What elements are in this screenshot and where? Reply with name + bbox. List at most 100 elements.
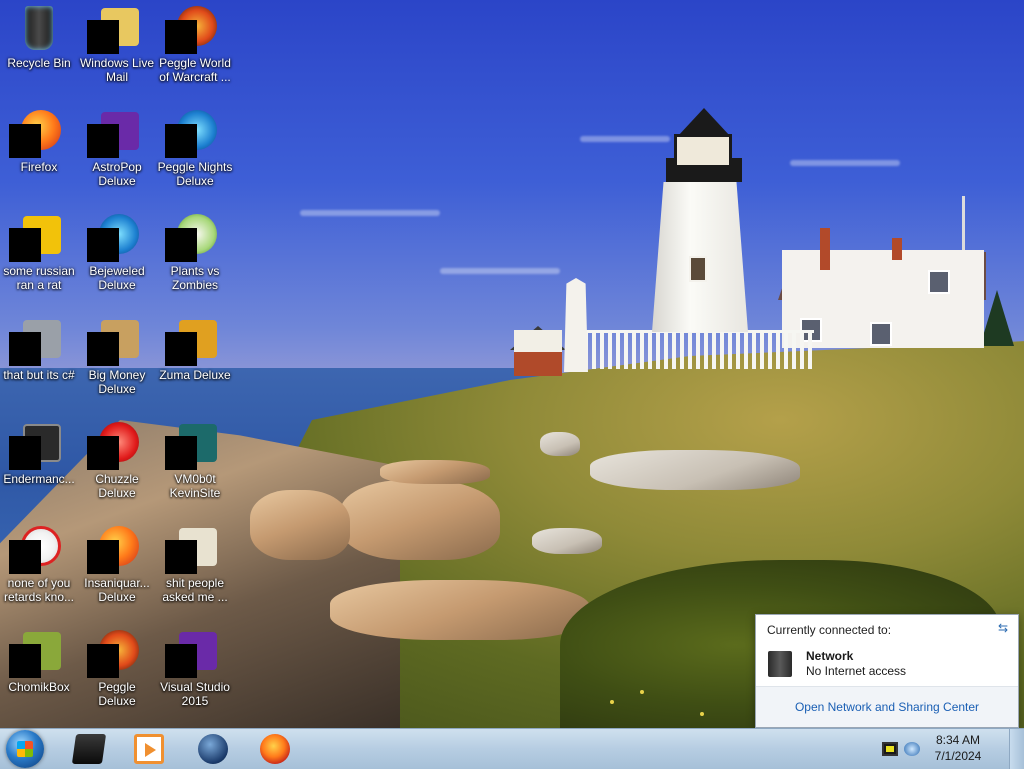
desktop-icon-label: none of you retards kno... — [3, 576, 75, 604]
wallpaper-rock — [540, 432, 580, 456]
wallpaper-cloud — [300, 210, 440, 216]
desktop-icon-shit-people-asked-me[interactable]: shit people asked me ... — [156, 522, 234, 622]
network-server-icon — [768, 651, 792, 677]
taskbar: 8:34 AM 7/1/2024 — [0, 728, 1024, 769]
refresh-icon[interactable]: ⇆ — [996, 621, 1010, 635]
peggle-icon — [87, 630, 141, 678]
wallpaper-chimney — [892, 238, 902, 260]
wallpaper-cloud — [580, 136, 670, 142]
clock[interactable]: 8:34 AM 7/1/2024 — [922, 732, 994, 764]
opera-icon — [9, 526, 63, 574]
network-tray-icon[interactable] — [882, 742, 898, 756]
open-network-sharing-center-link[interactable]: Open Network and Sharing Center — [756, 700, 1018, 714]
shortcut-icon — [9, 318, 63, 366]
application-icon — [9, 422, 63, 470]
volume-tray-icon[interactable] — [904, 742, 920, 756]
desktop-icon-peggle-world-of-warcraft[interactable]: Peggle World of Warcraft ... — [156, 2, 234, 102]
wallpaper-flower — [640, 690, 644, 694]
money-bag-icon — [87, 318, 141, 366]
wallpaper-chimney — [820, 228, 830, 270]
globe-icon — [198, 734, 228, 764]
desktop-icon-big-money-deluxe[interactable]: Big Money Deluxe — [78, 314, 156, 414]
desktop-icon-zuma-deluxe[interactable]: Zuma Deluxe — [156, 314, 234, 414]
desktop-icon-label: Insaniquar... Deluxe — [84, 576, 150, 604]
wallpaper-fence — [584, 330, 814, 369]
wallpaper-house-window — [928, 270, 950, 294]
wallpaper-bell-tower — [564, 278, 588, 372]
desktop-icon-label: Chuzzle Deluxe — [95, 472, 139, 500]
document-icon — [165, 526, 219, 574]
desktop-icon-endermanc[interactable]: Endermanc... — [0, 418, 78, 518]
desktop-icon-windows-live-mail[interactable]: Windows Live Mail — [78, 2, 156, 102]
start-button[interactable] — [6, 730, 44, 768]
wallpaper-rock — [590, 450, 800, 490]
desktop-icon-label: Peggle Nights Deluxe — [157, 160, 233, 188]
desktop-icon-peggle-nights-deluxe[interactable]: Peggle Nights Deluxe — [156, 106, 234, 206]
desktop-icon-label: Peggle Deluxe — [98, 680, 136, 708]
desktop-icon-label: Firefox — [20, 160, 58, 174]
desktop-icon-label: Visual Studio 2015 — [160, 680, 230, 708]
desktop-icon-plants-vs-zombies[interactable]: Plants vs Zombies — [156, 210, 234, 310]
taskbar-button-firefox[interactable] — [248, 732, 302, 766]
desktop-icon-insaniquarium-deluxe[interactable]: Insaniquar... Deluxe — [78, 522, 156, 622]
recycle-bin-icon — [15, 6, 63, 54]
desktop-icon-peggle-deluxe[interactable]: Peggle Deluxe — [78, 626, 156, 726]
desktop-icon-recycle-bin[interactable]: Recycle Bin — [0, 2, 78, 102]
zuma-icon — [165, 318, 219, 366]
desktop-icon-vm0b0t-kevinsite[interactable]: VM0b0t KevinSite — [156, 418, 234, 518]
desktop-icon-chomikbox[interactable]: ChomikBox — [0, 626, 78, 726]
application-icon — [165, 422, 219, 470]
mail-icon — [87, 6, 141, 54]
flower-icon — [165, 214, 219, 262]
desktop-icon-label: Bejeweled Deluxe — [89, 264, 145, 292]
desktop-icon-label: Big Money Deluxe — [88, 368, 146, 396]
flyout-header: Currently connected to: — [767, 623, 892, 637]
desktop-icon-label: shit people asked me ... — [162, 576, 228, 604]
game-icon — [87, 422, 141, 470]
wallpaper-flower — [610, 700, 614, 704]
desktop-icon-some-russian-ran-a-rat[interactable]: some russian ran a rat — [0, 210, 78, 310]
desktop-icon-astropop-deluxe[interactable]: AstroPop Deluxe — [78, 106, 156, 206]
game-icon — [87, 110, 141, 158]
desktop-icon-grid: Recycle Bin Firefox some russian ran a r… — [0, 0, 240, 728]
wallpaper-house-window — [870, 322, 892, 346]
desktop-icon-label: Windows Live Mail — [79, 56, 155, 84]
taskbar-button-explorer[interactable] — [62, 732, 116, 766]
desktop-icon-label: that but its c# — [3, 368, 75, 382]
firefox-icon — [260, 734, 290, 764]
desktop-icon-label: Peggle World of Warcraft ... — [159, 56, 231, 84]
wallpaper-lighthouse-lamp — [674, 134, 732, 168]
desktop-icon-firefox[interactable]: Firefox — [0, 106, 78, 206]
desktop-icon-bejeweled-deluxe[interactable]: Bejeweled Deluxe — [78, 210, 156, 310]
media-player-icon — [134, 734, 164, 764]
flyout-footer: Open Network and Sharing Center — [756, 686, 1018, 727]
show-desktop-button[interactable] — [1009, 729, 1024, 769]
shortcut-icon — [9, 214, 63, 262]
desktop-icon-visual-studio-2015[interactable]: Visual Studio 2015 — [156, 626, 234, 726]
peggle-icon — [165, 6, 219, 54]
wallpaper-rock — [340, 480, 500, 560]
desktop-icon-none-of-you[interactable]: none of you retards kno... — [0, 522, 78, 622]
wallpaper-rock — [250, 490, 350, 560]
firefox-icon — [9, 110, 63, 158]
desktop-icon-chuzzle-deluxe[interactable]: Chuzzle Deluxe — [78, 418, 156, 518]
desktop-icon-label: VM0b0t KevinSite — [169, 472, 221, 500]
taskbar-button-globe[interactable] — [186, 732, 240, 766]
wallpaper-flower — [700, 712, 704, 716]
desktop-icon-label: Plants vs Zombies — [170, 264, 220, 292]
windows-explorer-icon — [71, 734, 107, 764]
wallpaper-rock — [380, 460, 490, 484]
network-entry[interactable]: Network No Internet access — [768, 649, 1008, 681]
desktop-icon-label: Recycle Bin — [7, 56, 71, 70]
wallpaper-shed-base — [514, 352, 562, 376]
chomikbox-icon — [9, 630, 63, 678]
desktop-icon-that-but-its-csharp[interactable]: that but its c# — [0, 314, 78, 414]
taskbar-button-media-player[interactable] — [122, 732, 176, 766]
network-name: Network — [806, 649, 854, 663]
wallpaper-cloud — [790, 160, 900, 166]
gem-icon — [87, 214, 141, 262]
desktop-icon-label: ChomikBox — [8, 680, 70, 694]
fish-icon — [87, 526, 141, 574]
clock-time: 8:34 AM — [935, 733, 981, 747]
system-tray: 8:34 AM 7/1/2024 — [874, 729, 1024, 769]
